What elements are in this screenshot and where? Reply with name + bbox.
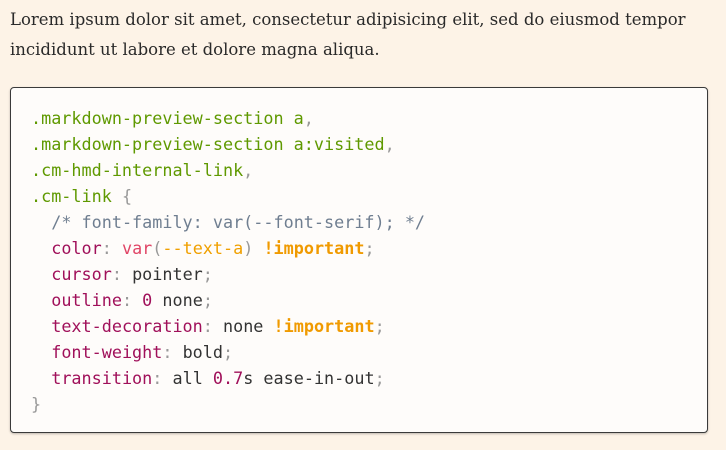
code-block: .markdown-preview-section a, .markdown-pr… xyxy=(10,87,708,433)
code-token-val: pointer xyxy=(132,264,203,284)
code-token-val: none xyxy=(223,316,274,336)
code-token-val xyxy=(31,212,51,232)
code-line: .markdown-preview-section a, xyxy=(31,105,425,131)
code-token-prop: text-decoration xyxy=(51,316,203,336)
code-token-pun: : xyxy=(162,342,183,362)
code-line: } xyxy=(31,391,425,417)
code-line: cursor: pointer; xyxy=(31,261,425,287)
code-token-pun: : xyxy=(152,368,173,388)
code-token-cmt: /* font-family: var(--font-serif); */ xyxy=(51,212,426,232)
code-token-pun: ; xyxy=(202,290,213,310)
code-token-pun: : xyxy=(111,264,133,284)
code-token-pun: ; xyxy=(223,342,234,362)
paragraph: Lorem ipsum dolor sit amet, consectetur … xyxy=(10,10,686,59)
code-token-val xyxy=(31,290,51,310)
code-token-var: --text-a xyxy=(162,238,244,258)
code-token-sel: .markdown-preview-section a:visited xyxy=(31,134,385,154)
code-token-sel: .markdown-preview-section a xyxy=(31,108,304,128)
code-token-pun: ( xyxy=(152,238,163,258)
code-line: font-weight: bold; xyxy=(31,339,425,365)
code-token-sel: .cm-hmd-internal-link xyxy=(31,160,244,180)
code-token-val: none xyxy=(152,290,203,310)
code-token-val: bold xyxy=(182,342,223,362)
code-token-val xyxy=(31,316,51,336)
code-token-val: s ease-in-out xyxy=(243,368,375,388)
code-line: color: var(--text-a) !important; xyxy=(31,235,425,261)
code-token-fn: var xyxy=(121,238,153,258)
code-token-pun: , xyxy=(243,160,254,180)
code-token-prop: cursor xyxy=(51,264,112,284)
code-token-pun: : xyxy=(202,316,223,336)
code-token-val xyxy=(31,238,51,258)
code-token-prop: outline xyxy=(51,290,122,310)
code-line: text-decoration: none !important; xyxy=(31,313,425,339)
code-line: outline: 0 none; xyxy=(31,287,425,313)
code-line: .markdown-preview-section a:visited, xyxy=(31,131,425,157)
code-token-num: 0.7 xyxy=(212,368,244,388)
code-line: /* font-family: var(--font-serif); */ xyxy=(31,209,425,235)
code-token-prop: color xyxy=(51,238,102,258)
code-lines: .markdown-preview-section a, .markdown-pr… xyxy=(31,105,425,417)
code-token-prop: font-weight xyxy=(51,342,163,362)
code-token-val xyxy=(31,264,51,284)
code-token-pun: ; xyxy=(374,316,385,336)
code-token-pun: ) xyxy=(243,238,264,258)
code-line: transition: all 0.7s ease-in-out; xyxy=(31,365,425,391)
code-token-pun: { xyxy=(121,186,133,206)
code-line: .cm-link { xyxy=(31,183,425,209)
code-token-val xyxy=(31,368,51,388)
code-token-pun: } xyxy=(31,394,42,414)
code-token-pun: ; xyxy=(374,368,385,388)
code-token-sel: .cm-link xyxy=(31,186,122,206)
code-token-pun: , xyxy=(303,108,314,128)
code-token-num: 0 xyxy=(142,290,153,310)
code-line: .cm-hmd-internal-link, xyxy=(31,157,425,183)
code-token-pun: , xyxy=(384,134,395,154)
code-token-pun: ; xyxy=(202,264,213,284)
code-token-imp: !important xyxy=(273,316,375,336)
code-token-val: all xyxy=(172,368,213,388)
code-token-val xyxy=(31,342,51,362)
code-token-prop: transition xyxy=(51,368,153,388)
code-token-pun: ; xyxy=(364,238,375,258)
code-token-pun: : xyxy=(101,238,122,258)
code-token-pun: : xyxy=(121,290,143,310)
code-token-imp: !important xyxy=(263,238,365,258)
